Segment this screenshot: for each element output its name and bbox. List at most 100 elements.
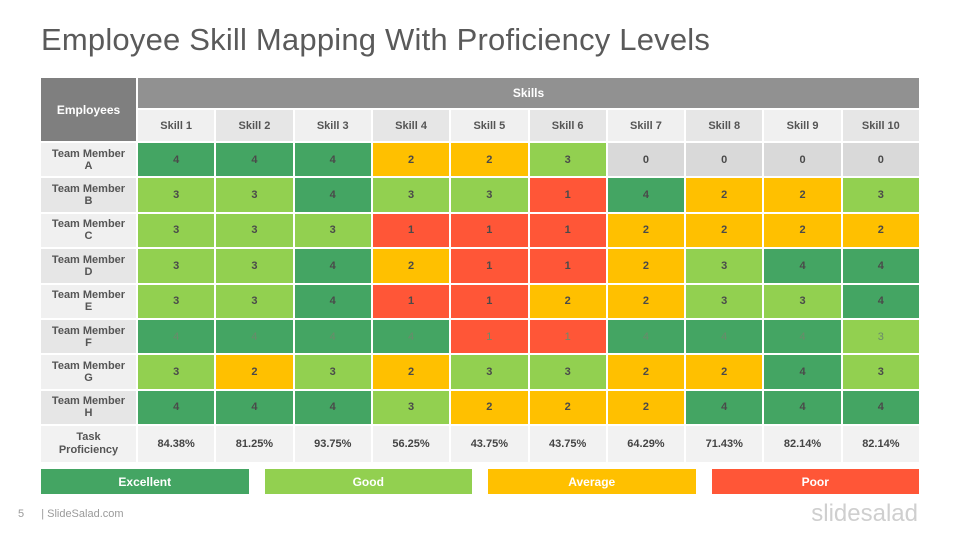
- skill-level-cell: 4: [294, 390, 371, 424]
- skill-level-cell: 2: [216, 355, 293, 389]
- skill-level-cell: 4: [764, 249, 841, 283]
- legend-poor: Poor: [711, 469, 919, 494]
- skill-level-cell: 4: [294, 249, 371, 283]
- skill-level-cell: 2: [607, 355, 685, 389]
- skill-level-cell: 3: [216, 178, 293, 212]
- skill-level-cell: 4: [294, 319, 371, 354]
- skill-level-cell: 2: [764, 178, 841, 212]
- skill-level-cell: 4: [138, 390, 215, 424]
- skill-level-cell: 2: [686, 213, 763, 248]
- employees-header: Employees: [41, 78, 136, 141]
- footer-site: | SlideSalad.com: [41, 508, 124, 520]
- task-proficiency-value: 81.25%: [216, 426, 293, 462]
- skill-level-cell: 1: [451, 249, 528, 283]
- skill-level-cell: 4: [138, 143, 215, 177]
- skill-level-cell: 3: [138, 355, 215, 389]
- employee-name: Team Member D: [41, 249, 136, 283]
- skill-level-cell: 1: [529, 213, 606, 248]
- skill-level-cell: 4: [842, 284, 919, 318]
- employee-name-line2: C: [84, 230, 93, 243]
- employee-name-line2: A: [84, 159, 93, 172]
- legend-excellent: Excellent: [41, 469, 249, 494]
- task-proficiency-value: 82.14%: [842, 426, 919, 462]
- skill-level-cell: 4: [216, 319, 293, 354]
- skill-level-cell: 2: [529, 284, 606, 318]
- skill-level-cell: 0: [686, 143, 763, 177]
- skill-level-cell: 1: [529, 178, 606, 212]
- skill-level-cell: 4: [686, 390, 763, 424]
- skill-level-cell: 4: [372, 319, 450, 354]
- skill-level-cell: 4: [764, 355, 841, 389]
- skill-level-cell: 3: [372, 178, 450, 212]
- skill-level-cell: 1: [529, 319, 606, 354]
- skill-level-cell: 4: [294, 143, 371, 177]
- skill-level-cell: 3: [216, 284, 293, 318]
- skill-level-cell: 3: [216, 249, 293, 283]
- skill-level-cell: 1: [372, 284, 450, 318]
- skill-level-cell: 0: [607, 143, 685, 177]
- skill-level-cell: 2: [842, 213, 919, 248]
- employee-name-line1: Team Member: [51, 147, 126, 160]
- skill-level-cell: 2: [372, 143, 450, 177]
- skill-level-cell: 3: [529, 355, 606, 389]
- skill-level-cell: 3: [764, 284, 841, 318]
- skill-level-cell: 3: [138, 284, 215, 318]
- task-proficiency-label: Task Proficiency: [41, 426, 136, 462]
- employee-name: Team Member A: [41, 143, 136, 177]
- employee-name-line2: H: [84, 407, 93, 420]
- employee-name-line1: Team Member: [51, 183, 126, 196]
- skill-level-cell: 2: [451, 390, 528, 424]
- skill-column-header: Skill 3: [294, 110, 371, 141]
- skill-level-cell: 3: [138, 213, 215, 248]
- skill-level-cell: 2: [607, 284, 685, 318]
- employee-name-line1: Team Member: [51, 324, 126, 337]
- skill-level-cell: 2: [764, 213, 841, 248]
- skill-level-cell: 3: [451, 355, 528, 389]
- employee-name: Team Member F: [41, 319, 136, 354]
- skill-column-header: Skill 7: [607, 110, 685, 141]
- skill-level-cell: 3: [294, 355, 371, 389]
- task-proficiency-value: 82.14%: [764, 426, 841, 462]
- skill-column-header: Skill 2: [216, 110, 293, 141]
- employee-name-line1: Team Member: [51, 253, 126, 266]
- skill-level-cell: 4: [216, 143, 293, 177]
- skill-level-cell: 3: [842, 319, 919, 354]
- skill-level-cell: 4: [764, 319, 841, 354]
- footer: 5 | SlideSalad.com: [18, 508, 124, 520]
- page-number: 5: [18, 508, 25, 520]
- brand-logo: slidesalad: [811, 500, 918, 527]
- skill-column-header: Skill 4: [372, 110, 450, 141]
- skill-level-cell: 1: [451, 213, 528, 248]
- skill-level-cell: 1: [372, 213, 450, 248]
- skill-level-cell: 2: [451, 143, 528, 177]
- skill-level-cell: 1: [451, 284, 528, 318]
- skill-column-header: Skill 5: [451, 110, 528, 141]
- skill-level-cell: 3: [138, 178, 215, 212]
- skill-level-cell: 2: [607, 249, 685, 283]
- skill-column-header: Skill 10: [842, 110, 919, 141]
- skill-column-header: Skill 6: [529, 110, 606, 141]
- skill-level-cell: 4: [764, 390, 841, 424]
- skill-column-header: Skill 9: [764, 110, 841, 141]
- employee-name-line2: G: [84, 371, 93, 384]
- skill-level-cell: 3: [451, 178, 528, 212]
- employee-name-line1: Team Member: [51, 359, 126, 372]
- skill-level-cell: 4: [842, 249, 919, 283]
- employee-name: Team Member E: [41, 284, 136, 318]
- skill-level-cell: 3: [216, 213, 293, 248]
- skill-level-cell: 4: [294, 178, 371, 212]
- employee-name: Team Member H: [41, 390, 136, 424]
- task-proficiency-value: 71.43%: [686, 426, 763, 462]
- skill-level-cell: 4: [686, 319, 763, 354]
- skill-level-cell: 1: [451, 319, 528, 354]
- task-proficiency-value: 64.29%: [607, 426, 685, 462]
- skill-column-header: Skill 1: [138, 110, 215, 141]
- legend: Excellent Good Average Poor: [41, 469, 919, 494]
- skill-level-cell: 3: [529, 143, 606, 177]
- employee-name: Team Member B: [41, 178, 136, 212]
- employee-name-line1: Team Member: [51, 289, 126, 302]
- employee-name: Team Member C: [41, 213, 136, 248]
- task-proficiency-value: 43.75%: [529, 426, 606, 462]
- employee-name-line2: E: [84, 301, 93, 314]
- task-proficiency-value: 93.75%: [294, 426, 371, 462]
